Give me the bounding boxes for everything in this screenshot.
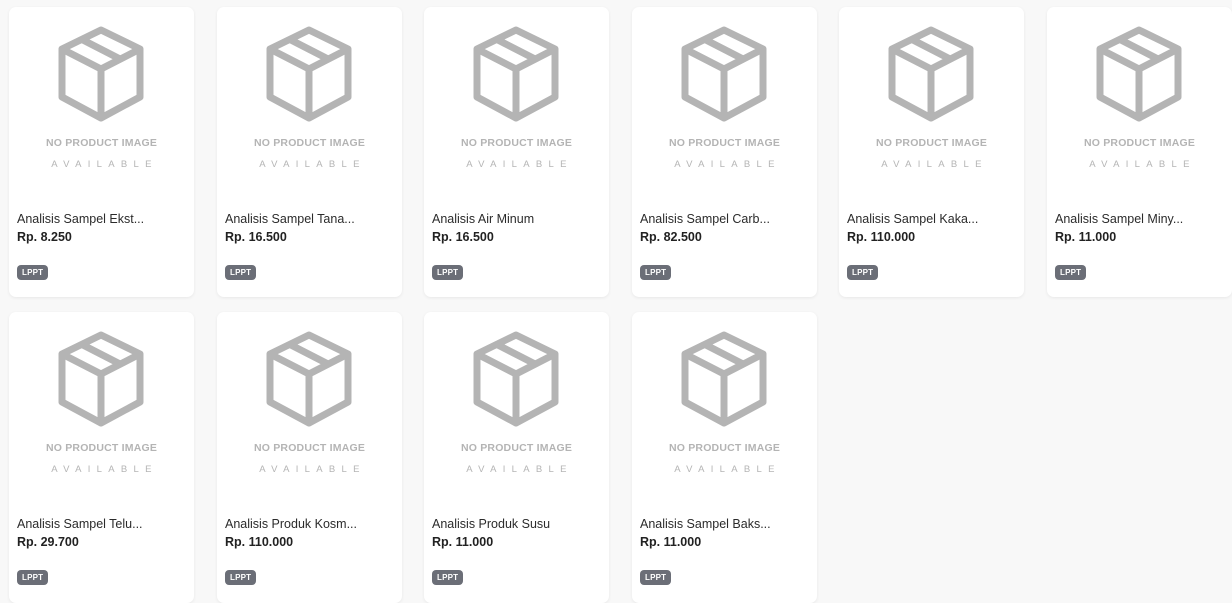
product-image-placeholder: NO PRODUCT IMAGE AVAILABLE bbox=[424, 7, 609, 192]
no-image-text: NO PRODUCT IMAGE bbox=[875, 137, 988, 149]
product-image-placeholder: NO PRODUCT IMAGE AVAILABLE bbox=[9, 312, 194, 497]
product-image-placeholder: NO PRODUCT IMAGE AVAILABLE bbox=[217, 7, 402, 192]
product-name[interactable]: Analisis Sampel Tana... bbox=[225, 212, 395, 226]
no-image-text: NO PRODUCT IMAGE bbox=[45, 442, 158, 454]
product-grid: NO PRODUCT IMAGE AVAILABLE Analisis Samp… bbox=[0, 0, 1232, 603]
product-price: Rp. 29.700 bbox=[17, 535, 79, 549]
product-card[interactable]: NO PRODUCT IMAGE AVAILABLE Analisis Samp… bbox=[1047, 7, 1232, 297]
product-price: Rp. 16.500 bbox=[225, 230, 287, 244]
box-icon bbox=[888, 26, 974, 122]
available-text: AVAILABLE bbox=[466, 159, 573, 170]
product-image-placeholder: NO PRODUCT IMAGE AVAILABLE bbox=[424, 312, 609, 497]
product-card[interactable]: NO PRODUCT IMAGE AVAILABLE Analisis Samp… bbox=[632, 312, 817, 603]
product-card[interactable]: NO PRODUCT IMAGE AVAILABLE Analisis Prod… bbox=[217, 312, 402, 603]
product-price: Rp. 8.250 bbox=[17, 230, 72, 244]
no-image-text: NO PRODUCT IMAGE bbox=[460, 137, 573, 149]
available-text: AVAILABLE bbox=[51, 159, 158, 170]
product-name[interactable]: Analisis Produk Susu bbox=[432, 517, 602, 531]
available-text: AVAILABLE bbox=[259, 159, 366, 170]
available-text: AVAILABLE bbox=[466, 464, 573, 475]
product-name[interactable]: Analisis Sampel Telu... bbox=[17, 517, 187, 531]
box-icon bbox=[473, 331, 559, 427]
product-image-placeholder: NO PRODUCT IMAGE AVAILABLE bbox=[9, 7, 194, 192]
box-icon bbox=[58, 26, 144, 122]
box-icon bbox=[681, 331, 767, 427]
no-image-text: NO PRODUCT IMAGE bbox=[460, 442, 573, 454]
no-image-text: NO PRODUCT IMAGE bbox=[253, 442, 366, 454]
product-name[interactable]: Analisis Produk Kosm... bbox=[225, 517, 395, 531]
available-text: AVAILABLE bbox=[259, 464, 366, 475]
product-price: Rp. 11.000 bbox=[432, 535, 494, 549]
store-badge: LPPT bbox=[17, 265, 49, 280]
product-card[interactable]: NO PRODUCT IMAGE AVAILABLE Analisis Prod… bbox=[424, 312, 609, 603]
product-card[interactable]: NO PRODUCT IMAGE AVAILABLE Analisis Samp… bbox=[217, 7, 402, 297]
product-price: Rp. 16.500 bbox=[432, 230, 494, 244]
available-text: AVAILABLE bbox=[881, 159, 988, 170]
box-icon bbox=[681, 26, 767, 122]
no-image-text: NO PRODUCT IMAGE bbox=[668, 442, 781, 454]
store-badge: LPPT bbox=[432, 265, 464, 280]
product-card[interactable]: NO PRODUCT IMAGE AVAILABLE Analisis Samp… bbox=[9, 7, 194, 297]
no-image-text: NO PRODUCT IMAGE bbox=[668, 137, 781, 149]
product-card[interactable]: NO PRODUCT IMAGE AVAILABLE Analisis Samp… bbox=[9, 312, 194, 603]
store-badge: LPPT bbox=[17, 570, 49, 585]
no-image-text: NO PRODUCT IMAGE bbox=[45, 137, 158, 149]
store-badge: LPPT bbox=[640, 570, 672, 585]
product-image-placeholder: NO PRODUCT IMAGE AVAILABLE bbox=[1047, 7, 1232, 192]
product-card[interactable]: NO PRODUCT IMAGE AVAILABLE Analisis Air … bbox=[424, 7, 609, 297]
available-text: AVAILABLE bbox=[51, 464, 158, 475]
product-price: Rp. 110.000 bbox=[225, 535, 294, 549]
no-image-text: NO PRODUCT IMAGE bbox=[1083, 137, 1196, 149]
product-name[interactable]: Analisis Air Minum bbox=[432, 212, 602, 226]
product-name[interactable]: Analisis Sampel Baks... bbox=[640, 517, 810, 531]
box-icon bbox=[266, 331, 352, 427]
product-price: Rp. 82.500 bbox=[640, 230, 702, 244]
store-badge: LPPT bbox=[640, 265, 672, 280]
product-image-placeholder: NO PRODUCT IMAGE AVAILABLE bbox=[839, 7, 1024, 192]
product-name[interactable]: Analisis Sampel Carb... bbox=[640, 212, 810, 226]
product-price: Rp. 11.000 bbox=[1055, 230, 1117, 244]
available-text: AVAILABLE bbox=[674, 464, 781, 475]
box-icon bbox=[473, 26, 559, 122]
store-badge: LPPT bbox=[225, 265, 257, 280]
product-name[interactable]: Analisis Sampel Ekst... bbox=[17, 212, 187, 226]
product-price: Rp. 110.000 bbox=[847, 230, 916, 244]
store-badge: LPPT bbox=[225, 570, 257, 585]
product-image-placeholder: NO PRODUCT IMAGE AVAILABLE bbox=[632, 312, 817, 497]
store-badge: LPPT bbox=[432, 570, 464, 585]
available-text: AVAILABLE bbox=[1089, 159, 1196, 170]
store-badge: LPPT bbox=[1055, 265, 1087, 280]
no-image-text: NO PRODUCT IMAGE bbox=[253, 137, 366, 149]
store-badge: LPPT bbox=[847, 265, 879, 280]
product-image-placeholder: NO PRODUCT IMAGE AVAILABLE bbox=[632, 7, 817, 192]
product-price: Rp. 11.000 bbox=[640, 535, 702, 549]
box-icon bbox=[58, 331, 144, 427]
product-card[interactable]: NO PRODUCT IMAGE AVAILABLE Analisis Samp… bbox=[839, 7, 1024, 297]
box-icon bbox=[266, 26, 352, 122]
product-card[interactable]: NO PRODUCT IMAGE AVAILABLE Analisis Samp… bbox=[632, 7, 817, 297]
product-name[interactable]: Analisis Sampel Kaka... bbox=[847, 212, 1017, 226]
product-image-placeholder: NO PRODUCT IMAGE AVAILABLE bbox=[217, 312, 402, 497]
box-icon bbox=[1096, 26, 1182, 122]
product-name[interactable]: Analisis Sampel Miny... bbox=[1055, 212, 1225, 226]
available-text: AVAILABLE bbox=[674, 159, 781, 170]
